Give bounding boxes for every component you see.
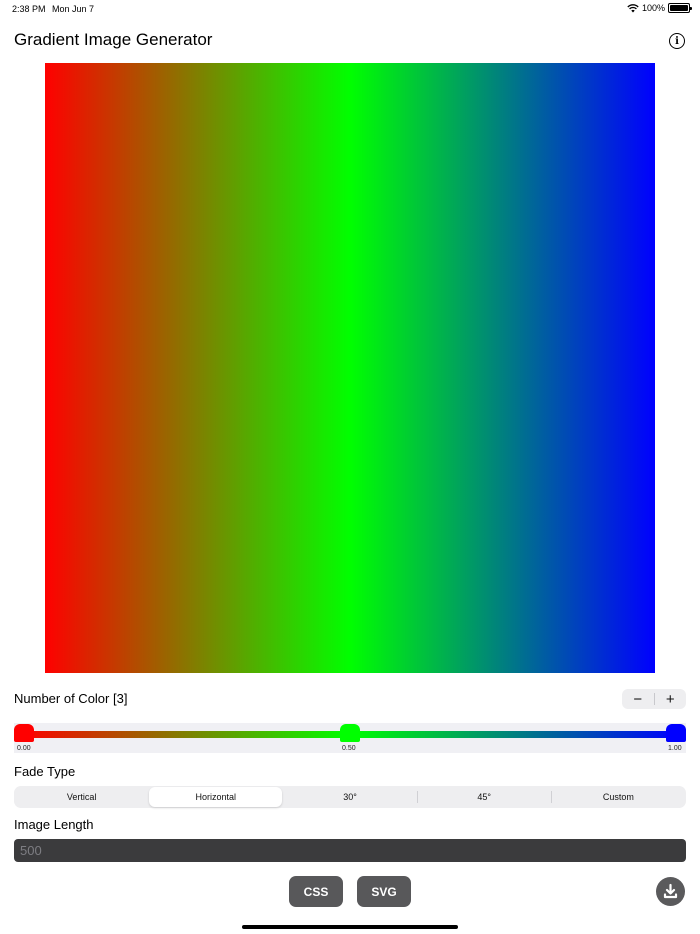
decrement-button[interactable]: − [622, 689, 654, 709]
status-date: Mon Jun 7 [52, 4, 95, 14]
stop-value-end: 1.00 [668, 745, 682, 752]
fade-type-selector: Vertical Horizontal 30° 45° Custom [14, 786, 686, 808]
color-stop-knob-blue[interactable] [666, 724, 686, 742]
increment-button[interactable]: + [655, 689, 687, 709]
stop-value-start: 0.00 [17, 745, 31, 752]
segment-45-degrees[interactable]: 45° [418, 787, 551, 807]
color-stop-knob-red[interactable] [14, 724, 34, 742]
app-title: Gradient Image Generator [14, 30, 213, 49]
gradient-preview [45, 63, 655, 673]
css-button[interactable]: CSS [289, 876, 343, 907]
wifi-icon [627, 4, 639, 13]
segment-custom[interactable]: Custom [552, 787, 685, 807]
svg-button[interactable]: SVG [357, 876, 411, 907]
segment-horizontal[interactable]: Horizontal [149, 787, 283, 807]
color-stop-knob-green[interactable] [340, 724, 360, 742]
segment-vertical[interactable]: Vertical [15, 787, 148, 807]
image-length-input[interactable] [14, 839, 686, 862]
status-bar: 2:38 PM Mon Jun 7 100% [0, 0, 700, 18]
stop-value-middle: 0.50 [342, 745, 356, 752]
download-icon[interactable] [656, 877, 685, 906]
color-count-stepper: − + [622, 689, 686, 709]
home-indicator [242, 925, 458, 929]
image-length-label: Image Length [14, 817, 94, 832]
battery-percent: 100% [641, 3, 665, 13]
fade-type-label: Fade Type [14, 764, 76, 779]
number-of-color-label: Number of Color [3] [14, 691, 128, 706]
status-time: 2:38 PM [12, 4, 46, 14]
battery-icon [668, 3, 692, 13]
status-indicators: 100% [627, 3, 692, 13]
info-icon[interactable]: i [669, 33, 685, 49]
segment-30-degrees[interactable]: 30° [283, 787, 416, 807]
